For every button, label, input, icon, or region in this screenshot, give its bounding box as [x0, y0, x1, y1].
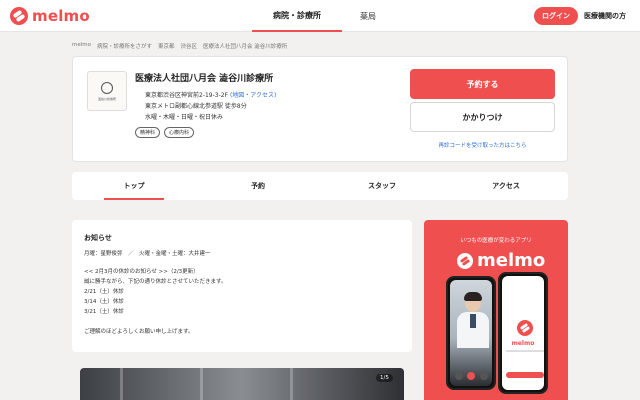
tag-psychosomatic[interactable]: 心療内科	[164, 127, 195, 138]
clinic-address-row: 東京都渋谷区神宮前2-19-3-2F (地図・アクセス)	[145, 90, 276, 99]
breadcrumb: melmo 病院・診療所をさがす 東京都 渋谷区 医療法人社団八月会 澁谷川診療…	[72, 42, 287, 50]
phone-screen	[450, 280, 492, 386]
app-placeholder-line	[506, 350, 544, 352]
clinic-logo-text: 澁谷川診療所	[97, 96, 116, 101]
clinic-seal-icon	[101, 81, 113, 94]
notice-line: 2/21（土）休診	[84, 289, 124, 295]
login-button[interactable]: ログイン	[534, 7, 578, 25]
melmo-logo-icon	[10, 7, 28, 25]
notice-line: 3/14（土）休診	[84, 299, 124, 305]
photo-detail	[290, 368, 293, 400]
clinic-address: 東京都渋谷区神宮前2-19-3-2F	[145, 92, 229, 99]
call-controls	[450, 372, 492, 380]
melmo-logo[interactable]: melmo	[10, 7, 90, 25]
department-tags: 精神科 心療内科	[135, 127, 195, 138]
notice-line: ご理解のほどよろしくお願い申し上げます。	[84, 329, 194, 335]
clinic-access: 東京メトロ副都心線北参道駅 徒歩8分	[145, 103, 247, 110]
kakaritsuke-button[interactable]: かかりつけ	[410, 102, 555, 132]
logo-text: melmo	[32, 7, 90, 25]
clinic-logo: 澁谷川診療所	[87, 71, 127, 111]
breadcrumb-item-current: 医療法人社団八月会 澁谷川診療所	[203, 44, 288, 50]
phone-video-call-mockup	[446, 276, 496, 390]
breadcrumb-item-search[interactable]: 病院・診療所をさがす	[97, 42, 152, 50]
camera-icon	[479, 372, 488, 380]
notice-title: お知らせ	[84, 234, 112, 242]
nav-tab-pharmacy[interactable]: 薬局	[342, 0, 394, 32]
mic-icon	[454, 372, 463, 380]
notice-line: 3/21（土）休診	[84, 309, 124, 315]
melmo-logo-icon	[457, 252, 473, 269]
doctor-tie	[470, 314, 476, 328]
app-button	[506, 372, 544, 378]
nav-tab-hospitals[interactable]: 病院・診療所	[252, 0, 342, 32]
photo-detail	[120, 368, 123, 400]
phone-app-mockup: melmo	[498, 272, 548, 394]
app-promo-banner[interactable]: いつもの医療が変わるアプリ melmo melmo	[424, 220, 568, 400]
tab-staff[interactable]: スタッフ	[320, 172, 444, 200]
site-header: melmo 病院・診療所 薬局 ログイン 医療機関の方	[0, 0, 640, 32]
notice-line: 誠に勝手ながら、下記の通り休診とさせていただきます。	[84, 279, 227, 285]
tab-access[interactable]: アクセス	[444, 172, 568, 200]
end-call-icon	[467, 372, 475, 380]
for-medical-institutions-link[interactable]: 医療機関の方	[584, 11, 626, 21]
tab-reservation[interactable]: 予約	[196, 172, 320, 200]
map-access-link[interactable]: (地図・アクセス)	[230, 92, 276, 99]
promo-tagline: いつもの医療が変わるアプリ	[460, 238, 532, 244]
promo-brand-text: melmo	[477, 250, 546, 271]
section-tabs: トップ 予約 スタッフ アクセス	[72, 172, 568, 200]
tab-top[interactable]: トップ	[72, 172, 196, 200]
clinic-photo-carousel[interactable]: 1/5	[80, 368, 404, 400]
melmo-app-icon	[517, 320, 533, 336]
clinic-closed-days: 水曜・木曜・日曜・祝日休み	[145, 114, 224, 121]
notice-line: 月曜：星野俊弥 ／ 火曜・金曜・土曜：大井建一	[84, 251, 211, 257]
clinic-info-card: 澁谷川診療所 医療法人社団八月会 澁谷川診療所 東京都渋谷区神宮前2-19-3-…	[72, 56, 568, 162]
breadcrumb-item-shibuya[interactable]: 渋谷区	[181, 42, 198, 50]
promo-brand: melmo	[457, 250, 545, 271]
reserve-button[interactable]: 予約する	[410, 69, 555, 99]
tag-psychiatry[interactable]: 精神科	[135, 127, 161, 138]
breadcrumb-item-melmo[interactable]: melmo	[72, 42, 91, 50]
photo-counter: 1/5	[376, 374, 393, 382]
phone-screen: melmo	[502, 276, 544, 390]
notice-line: << 2月3月の休診のお知らせ >>（2/3更新）	[84, 269, 199, 275]
notice-card: お知らせ 月曜：星野俊弥 ／ 火曜・金曜・土曜：大井建一 << 2月3月の休診の…	[72, 220, 412, 352]
breadcrumb-item-tokyo[interactable]: 東京都	[158, 42, 175, 50]
app-name: melmo	[511, 340, 535, 347]
photo-detail	[200, 368, 203, 400]
doctor-hair	[464, 292, 482, 301]
revisit-code-link[interactable]: 再診コードを受け取った方はこちら	[410, 141, 555, 149]
clinic-name: 医療法人社団八月会 澁谷川診療所	[135, 74, 274, 84]
